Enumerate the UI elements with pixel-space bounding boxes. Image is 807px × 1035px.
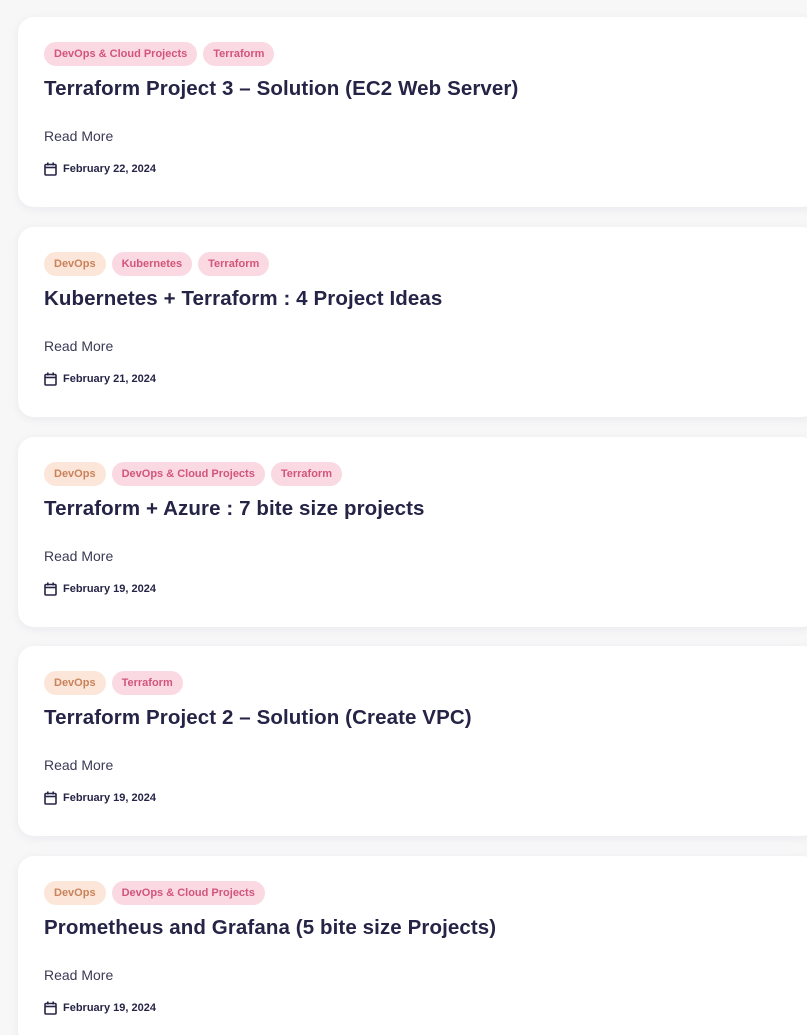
read-more-link[interactable]: Read More: [44, 338, 113, 354]
post-card: DevOps Terraform Terraform Project 2 – Sol…: [18, 646, 807, 836]
post-tags: DevOps DevOps & Cloud Projects: [44, 881, 265, 905]
post-card: DevOps Kubernetes Terraform Kubernetes + Te…: [18, 227, 807, 417]
category-tag[interactable]: Terraform: [203, 42, 275, 66]
post-title[interactable]: Terraform Project 3 – Solution (EC2 Web …: [44, 77, 518, 101]
post-date: February 22, 2024: [63, 163, 156, 175]
post-card: DevOps DevOps & Cloud Projects Terraform Te…: [18, 437, 807, 627]
post-date: February 19, 2024: [63, 792, 156, 804]
category-tag[interactable]: DevOps & Cloud Projects: [111, 881, 265, 905]
post-date: February 21, 2024: [63, 373, 156, 385]
post-title[interactable]: Terraform Project 2 – Solution (Create V…: [44, 706, 472, 730]
read-more-link[interactable]: Read More: [44, 757, 113, 773]
category-tag[interactable]: DevOps: [44, 462, 106, 486]
read-more-link[interactable]: Read More: [44, 548, 113, 564]
category-tag[interactable]: Terraform: [198, 252, 270, 276]
category-tag[interactable]: DevOps & Cloud Projects: [44, 42, 198, 66]
calendar-icon: [44, 791, 57, 805]
post-title[interactable]: Prometheus and Grafana (5 bite size Proj…: [44, 916, 496, 940]
post-date-row: February 19, 2024: [44, 1001, 156, 1015]
post-title[interactable]: Kubernetes + Terraform : 4 Project Ideas: [44, 287, 442, 311]
calendar-icon: [44, 162, 57, 176]
post-date-row: February 22, 2024: [44, 162, 156, 176]
post-tags: DevOps Terraform: [44, 671, 183, 695]
category-tag[interactable]: Terraform: [111, 671, 183, 695]
post-date-row: February 19, 2024: [44, 791, 156, 805]
post-date: February 19, 2024: [63, 1002, 156, 1014]
calendar-icon: [44, 372, 57, 386]
post-date-row: February 19, 2024: [44, 582, 156, 596]
category-tag[interactable]: DevOps: [44, 881, 106, 905]
post-tags: DevOps Kubernetes Terraform: [44, 252, 270, 276]
calendar-icon: [44, 1001, 57, 1015]
category-tag[interactable]: Kubernetes: [111, 252, 193, 276]
post-tags: DevOps DevOps & Cloud Projects Terraform: [44, 462, 342, 486]
post-date: February 19, 2024: [63, 583, 156, 595]
post-title[interactable]: Terraform + Azure : 7 bite size projects: [44, 497, 425, 521]
read-more-link[interactable]: Read More: [44, 128, 113, 144]
category-tag[interactable]: DevOps & Cloud Projects: [111, 462, 265, 486]
post-date-row: February 21, 2024: [44, 372, 156, 386]
post-tags: DevOps & Cloud Projects Terraform: [44, 42, 275, 66]
category-tag[interactable]: Terraform: [270, 462, 342, 486]
post-card: DevOps DevOps & Cloud Projects Prometheus …: [18, 856, 807, 1035]
post-card: DevOps & Cloud Projects Terraform Terrafor…: [18, 17, 807, 207]
category-tag[interactable]: DevOps: [44, 252, 106, 276]
post-feed: DevOps & Cloud Projects Terraform Terrafor…: [0, 0, 807, 1035]
calendar-icon: [44, 582, 57, 596]
read-more-link[interactable]: Read More: [44, 967, 113, 983]
category-tag[interactable]: DevOps: [44, 671, 106, 695]
